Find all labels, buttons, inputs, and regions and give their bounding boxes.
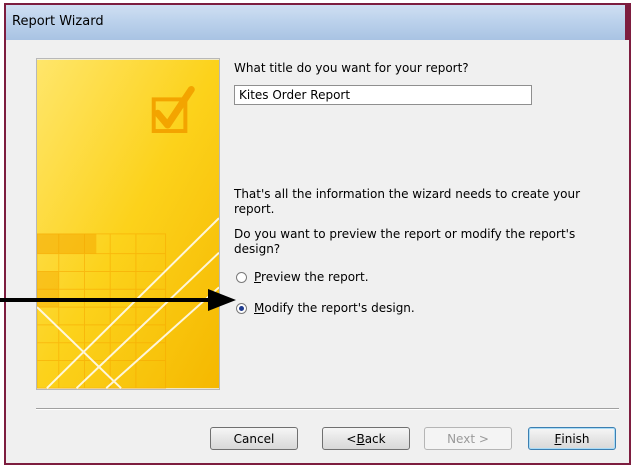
annotation-arrow-icon: [0, 289, 236, 311]
preview-report-option[interactable]: Preview the report.: [236, 270, 369, 284]
preview-report-radio[interactable]: [236, 271, 247, 283]
window-title: Report Wizard: [12, 14, 104, 29]
cancel-button[interactable]: Cancel: [210, 427, 298, 450]
finish-button[interactable]: Finish: [528, 427, 616, 450]
preview-report-label: Preview the report.: [254, 270, 369, 284]
button-divider: [36, 408, 619, 410]
modify-design-option[interactable]: Modify the report's design.: [236, 301, 415, 315]
title-bar-edge: [625, 5, 629, 40]
next-button[interactable]: Next >: [424, 427, 512, 450]
report-title-question: What title do you want for your report?: [234, 61, 469, 75]
report-title-input[interactable]: [234, 85, 532, 105]
modify-design-label: Modify the report's design.: [254, 301, 415, 315]
modify-design-radio[interactable]: [236, 302, 247, 314]
preview-or-modify-question: Do you want to preview the report or mod…: [234, 227, 576, 256]
title-bar[interactable]: Report Wizard: [6, 5, 629, 40]
wizard-info-text: That's all the information the wizard ne…: [234, 187, 581, 216]
back-button[interactable]: < Back: [322, 427, 410, 450]
wizard-content: What title do you want for your report? …: [12, 41, 623, 463]
wizard-graphic: [36, 58, 220, 390]
report-wizard-window: Report Wizard What title do you want for…: [4, 3, 631, 465]
